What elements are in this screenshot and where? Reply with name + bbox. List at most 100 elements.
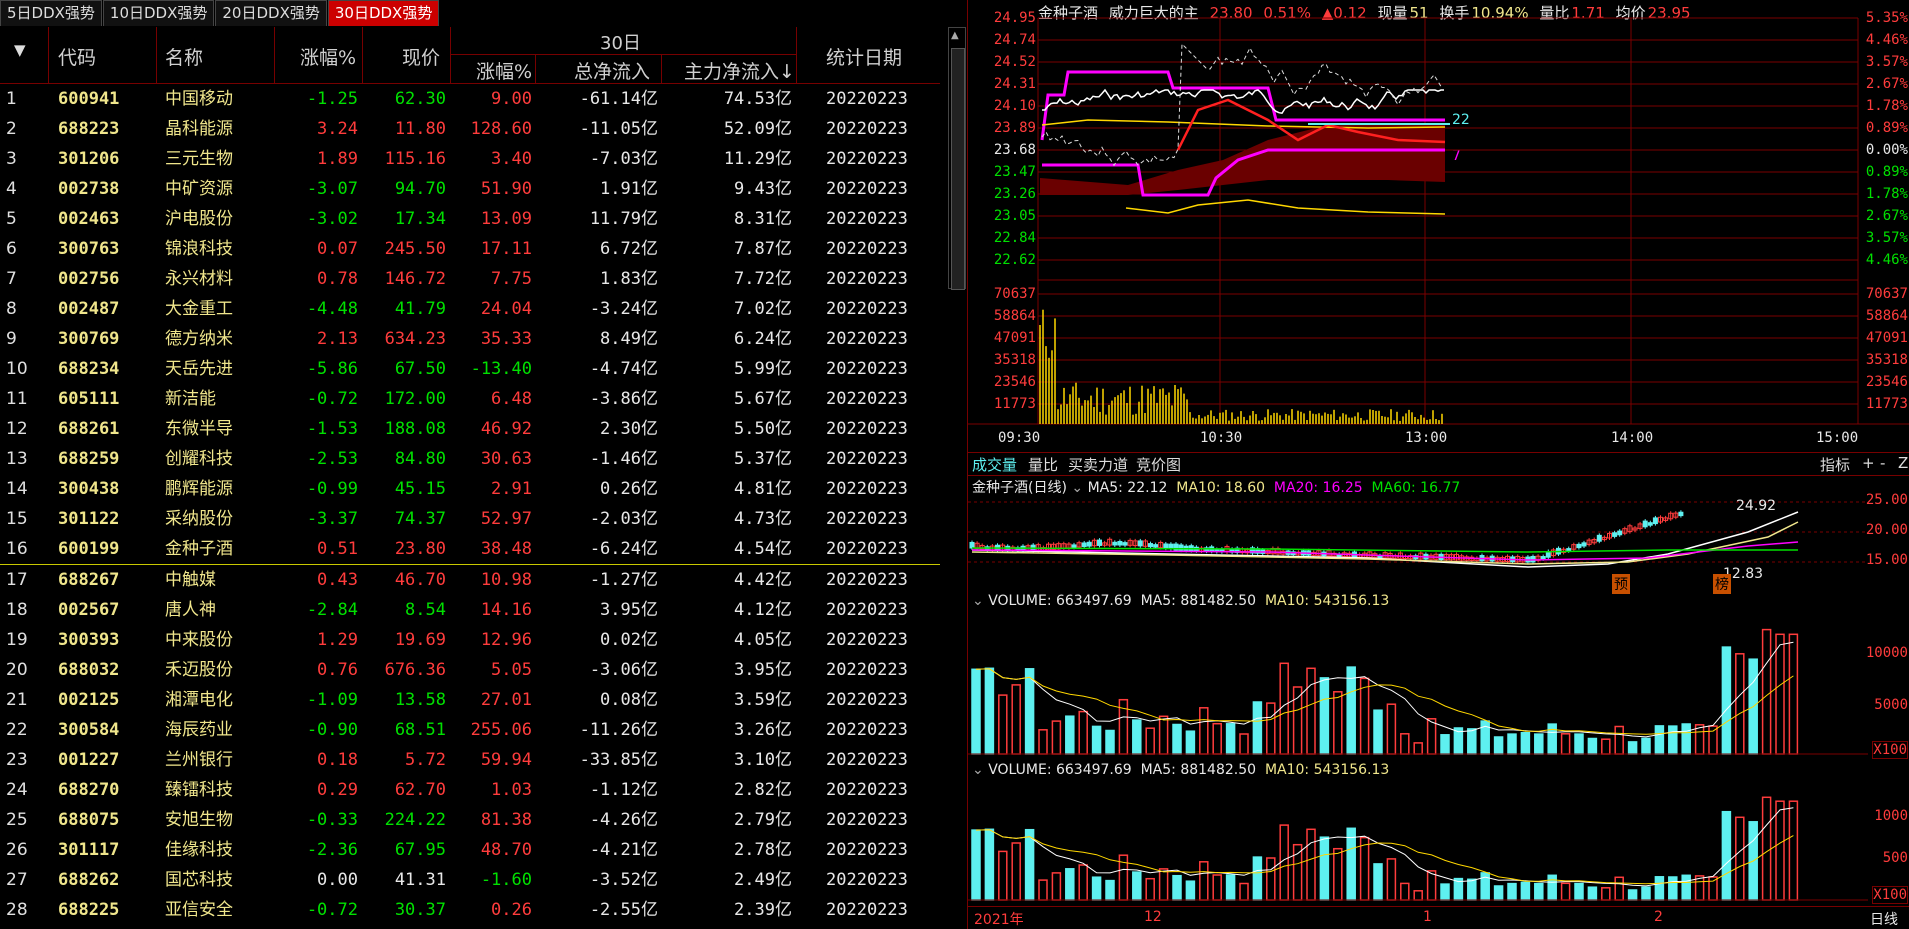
table-row[interactable]: 12 688261 东微半导 -1.53 188.08 46.92 2.30亿 5.50亿 20… — [0, 414, 940, 444]
tab-buy-sell-force[interactable]: 买卖力道 — [1068, 454, 1128, 475]
row-index: 16 — [6, 539, 28, 559]
table-row[interactable]: 19 300393 中来股份 1.29 19.69 12.96 0.02亿 4.05亿 2022… — [0, 625, 940, 655]
row-index: 13 — [6, 449, 28, 469]
price: 115.16 — [384, 149, 446, 169]
table-row[interactable]: 11 605111 新洁能 -0.72 172.00 6.48 -3.86亿 5.67亿 202… — [0, 384, 940, 414]
total-net-flow: -33.85亿 — [579, 750, 658, 770]
row-index: 18 — [6, 600, 28, 620]
stock-name: 臻镭科技 — [165, 780, 233, 800]
col-pct[interactable]: 涨幅% — [300, 43, 356, 70]
scrollbar-thumb[interactable] — [951, 48, 965, 290]
main-net-flow: 5.99亿 — [734, 359, 792, 379]
pct-30day: 30.63 — [480, 449, 532, 469]
table-row[interactable]: 6 300763 锦浪科技 0.07 245.50 17.11 6.72亿 7.87亿 2022… — [0, 234, 940, 264]
table-row[interactable]: 9 300769 德方纳米 2.13 634.23 35.33 8.49亿 6.24亿 2022… — [0, 324, 940, 354]
total-net-flow: 0.02亿 — [600, 630, 658, 650]
volume-chart-1[interactable] — [968, 610, 1909, 760]
sort-dropdown-icon[interactable]: ▼ — [14, 41, 26, 59]
table-row[interactable]: 1 600941 中国移动 -1.25 62.30 9.00 -61.14亿 74.53亿 20… — [0, 84, 940, 114]
table-row[interactable]: 15 301122 采纳股份 -3.37 74.37 52.97 -2.03亿 4.73亿 20… — [0, 504, 940, 534]
scroll-up-icon[interactable]: ▲ — [951, 30, 959, 41]
row-index: 22 — [6, 720, 28, 740]
price: 45.15 — [394, 479, 446, 499]
table-row[interactable]: 20 688032 禾迈股份 0.76 676.36 5.05 -3.06亿 3.95亿 202… — [0, 655, 940, 685]
change-pct: 0.76 — [317, 660, 358, 680]
zoom-z-button[interactable]: Z — [1898, 454, 1908, 472]
row-index: 10 — [6, 359, 28, 379]
col-code[interactable]: 代码 — [58, 43, 96, 70]
row-index: 14 — [6, 479, 28, 499]
change-pct: 0.00 — [317, 870, 358, 890]
col-date[interactable]: 统计日期 — [826, 43, 902, 70]
table-row[interactable]: 26 301117 佳缘科技 -2.36 67.95 48.70 -4.21亿 2.78亿 20… — [0, 835, 940, 865]
table-row[interactable]: 23 001227 兰州银行 0.18 5.72 59.94 -33.85亿 3.10亿 202… — [0, 745, 940, 775]
tab-5day-ddx[interactable]: 5日DDX强势 — [0, 0, 102, 26]
pct-30day: 6.48 — [491, 389, 532, 409]
table-row[interactable]: 4 002738 中矿资源 -3.07 94.70 51.90 1.91亿 9.43亿 2022… — [0, 174, 940, 204]
volume-chart-2[interactable] — [968, 778, 1909, 906]
zoom-in-button[interactable]: + — [1862, 454, 1875, 472]
intraday-chart[interactable] — [968, 0, 1909, 452]
main-net-flow: 4.81亿 — [734, 479, 792, 499]
zoom-out-button[interactable]: - — [1880, 454, 1885, 472]
stock-name: 兰州银行 — [165, 750, 233, 770]
col-name[interactable]: 名称 — [165, 43, 203, 70]
total-net-flow: -11.05亿 — [579, 119, 658, 139]
table-row[interactable]: 7 002756 永兴材料 0.78 146.72 7.75 1.83亿 7.72亿 20220… — [0, 264, 940, 294]
main-net-flow: 4.12亿 — [734, 600, 792, 620]
tab-auction[interactable]: 竞价图 — [1136, 454, 1181, 475]
table-row[interactable]: 22 300584 海辰药业 -0.90 68.51 255.06 -11.26亿 3.26亿… — [0, 715, 940, 745]
stat-date: 20220223 — [826, 359, 908, 379]
total-net-flow: -4.21亿 — [589, 840, 658, 860]
row-index: 21 — [6, 690, 28, 710]
table-row[interactable]: 28 688225 亚信安全 -0.72 30.37 0.26 -2.55亿 2.39亿 202… — [0, 895, 940, 925]
row-index: 8 — [6, 299, 17, 319]
table-row[interactable]: 5 002463 沪电股份 -3.02 17.34 13.09 11.79亿 8.31亿 202… — [0, 204, 940, 234]
table-row[interactable]: 8 002487 大金重工 -4.48 41.79 24.04 -3.24亿 7.02亿 202… — [0, 294, 940, 324]
table-row[interactable]: 10 688234 天岳先进 -5.86 67.50 -13.40 -4.74亿 5.99亿 2… — [0, 354, 940, 384]
tab-10day-ddx[interactable]: 10日DDX强势 — [102, 0, 215, 26]
table-scrollbar[interactable]: ▲ — [948, 27, 966, 290]
main-net-flow: 2.82亿 — [734, 780, 792, 800]
table-row[interactable]: 25 688075 安旭生物 -0.33 224.22 81.38 -4.26亿 2.79亿 2… — [0, 805, 940, 835]
row-index: 3 — [6, 149, 17, 169]
stat-date: 20220223 — [826, 329, 908, 349]
stock-name: 中国移动 — [165, 89, 233, 109]
total-net-flow: -4.26亿 — [589, 810, 658, 830]
price: 23.80 — [394, 539, 446, 559]
col-price[interactable]: 现价 — [402, 43, 440, 70]
stock-code: 688225 — [58, 900, 120, 920]
total-net-flow: -11.26亿 — [579, 720, 658, 740]
tab-volume[interactable]: 成交量 — [972, 454, 1017, 475]
total-net-flow: -1.27亿 — [589, 570, 658, 590]
tab-30day-ddx[interactable]: 30日DDX强势 — [327, 0, 440, 26]
tab-20day-ddx[interactable]: 20日DDX强势 — [215, 0, 327, 26]
table-row[interactable]: 16 600199 金种子酒 0.51 23.80 38.48 -6.24亿 4.54亿 202… — [0, 534, 940, 565]
table-row[interactable]: 24 688270 臻镭科技 0.29 62.70 1.03 -1.12亿 2.82亿 2022… — [0, 775, 940, 805]
col-total-flow[interactable]: 总净流入 — [574, 57, 650, 84]
row-index: 20 — [6, 660, 28, 680]
table-row[interactable]: 18 002567 唐人神 -2.84 8.54 14.16 3.95亿 4.12亿 20220… — [0, 595, 940, 625]
pct-30day: 3.40 — [491, 149, 532, 169]
indicator-button[interactable]: 指标 — [1820, 454, 1850, 475]
table-row[interactable]: 14 300438 鹏辉能源 -0.99 45.15 2.91 0.26亿 4.81亿 2022… — [0, 474, 940, 504]
period-label[interactable]: 日线 — [1870, 909, 1898, 929]
stock-code: 688261 — [58, 419, 120, 439]
tab-vol-ratio[interactable]: 量比 — [1028, 454, 1058, 475]
table-row[interactable]: 21 002125 湘潭电化 -1.09 13.58 27.01 0.08亿 3.59亿 202… — [0, 685, 940, 715]
price: 68.51 — [394, 720, 446, 740]
stat-date: 20220223 — [826, 269, 908, 289]
table-row[interactable]: 2 688223 晶科能源 3.24 11.80 128.60 -11.05亿 52.09亿 2… — [0, 114, 940, 144]
stat-date: 20220223 — [826, 750, 908, 770]
total-net-flow: -6.24亿 — [589, 539, 658, 559]
price: 62.30 — [394, 89, 446, 109]
table-row[interactable]: 27 688262 国芯科技 0.00 41.31 -1.60 -3.52亿 2.49亿 202… — [0, 865, 940, 895]
table-row[interactable]: 13 688259 创耀科技 -2.53 84.80 30.63 -1.46亿 5.37亿 20… — [0, 444, 940, 474]
col-main-flow[interactable]: 主力净流入↓ — [684, 57, 795, 84]
stock-name: 创耀科技 — [165, 449, 233, 469]
price: 188.08 — [384, 419, 446, 439]
table-row[interactable]: 17 688267 中触媒 0.43 46.70 10.98 -1.27亿 4.42亿 2022… — [0, 565, 940, 595]
table-row[interactable]: 3 301206 三元生物 1.89 115.16 3.40 -7.03亿 11.29亿 202… — [0, 144, 940, 174]
col-pct30[interactable]: 涨幅% — [476, 57, 532, 84]
pct-30day: 0.26 — [491, 900, 532, 920]
